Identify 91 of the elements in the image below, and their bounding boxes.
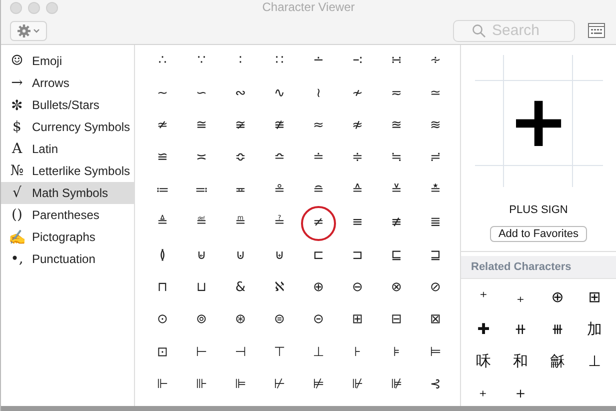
related-character[interactable]: ﹢ [476,384,491,402]
character-tile[interactable]: ⊛ [223,302,258,338]
character-tile[interactable]: ⊙ [145,302,180,338]
character-tile[interactable]: ⊠ [418,302,453,338]
related-character[interactable]: ＋ [513,384,528,402]
character-tile[interactable]: ∹ [340,45,375,79]
character-tile[interactable]: ⊨ [418,335,453,370]
character-tile[interactable]: ⊣ [223,335,258,370]
character-tile[interactable]: ≢ [379,206,414,241]
add-to-favorites-button[interactable]: Add to Favorites [490,226,587,242]
related-character[interactable]: ✚ [477,320,490,338]
character-tile[interactable]: ≟ [262,206,297,241]
character-tile[interactable]: ≜ [145,206,180,241]
character-tile[interactable]: ⊪ [184,368,219,403]
related-character[interactable]: 龢 [550,352,565,370]
character-tile[interactable]: ⊰ [418,368,453,403]
character-tile[interactable]: ⊦ [340,335,375,370]
character-tile[interactable]: ≗ [262,173,297,208]
character-tile[interactable]: ≙ [340,173,375,208]
related-character[interactable]: ⧻ [551,320,564,338]
character-tile[interactable]: ≡ [340,206,375,241]
gear-icon [16,24,40,38]
character-tile[interactable]: ⊜ [262,302,297,338]
related-character[interactable]: ⧺ [514,320,527,338]
character-tile[interactable]: ∸ [301,45,336,79]
character-tile[interactable]: ⊡ [145,335,180,370]
sidebar-item[interactable]: () Parentheses [1,204,134,226]
character-tile[interactable]: ⊭ [301,368,336,403]
sidebar-item[interactable]: ☺ Emoji [1,50,134,72]
character-tile[interactable]: ≔ [145,173,180,208]
character-tile[interactable]: ⊟ [379,302,414,338]
minimize-button[interactable] [28,2,40,14]
settings-button[interactable] [10,20,47,41]
keyboard-viewer-icon[interactable] [588,23,605,38]
character-tile[interactable]: ∺ [379,45,414,79]
character-name: PLUS SIGN [509,204,568,216]
character-tile[interactable]: ≑ [340,140,375,176]
character-glyph: + [508,81,569,161]
character-tile[interactable]: ⊚ [184,302,219,338]
sidebar-item[interactable]: → Arrows [1,72,134,94]
character-tile[interactable]: ≏ [262,140,297,176]
sidebar-item[interactable]: •, Punctuation [1,248,134,270]
character-tile[interactable]: ≎ [223,140,258,176]
character-tile[interactable]: ⊩ [145,368,180,403]
character-tile[interactable]: ⊞ [340,302,375,338]
character-tile[interactable]: ≒ [379,140,414,176]
related-character[interactable]: ₊ [516,288,524,306]
character-tile[interactable]: ≞ [223,206,258,241]
character-tile[interactable]: ⊢ [184,335,219,370]
character-tile[interactable]: ≐ [301,140,336,176]
character-tile[interactable]: ∷ [262,45,297,79]
character-tile[interactable]: ⊝ [301,302,336,338]
character-tile[interactable]: ⊤ [262,335,297,370]
sidebar-item[interactable]: № Letterlike Symbols [1,160,134,182]
character-tile[interactable]: ≣ [418,206,453,241]
section-header: Related Characters [471,261,572,274]
character-tile[interactable]: ≝ [184,206,219,241]
sidebar-item[interactable]: ✍ Pictographs [1,226,134,248]
character-tile[interactable]: ≘ [301,173,336,208]
character-tile[interactable]: ∶ [223,45,258,79]
related-character[interactable]: 咊 [476,352,491,370]
character-tile[interactable]: ∵ [184,45,219,79]
zoom-button[interactable] [46,2,58,14]
related-character[interactable]: ⊞ [588,288,601,306]
character-tile[interactable]: ⊮ [340,368,375,403]
character-tile[interactable]: ∴ [145,45,180,79]
character-tile[interactable]: ∻ [418,45,453,79]
character-tile[interactable]: ⊫ [223,368,258,403]
related-character[interactable]: ⊕ [551,288,564,306]
character-tile[interactable]: ⊯ [379,368,414,403]
character-tile[interactable]: ≕ [184,173,219,208]
character-tile[interactable]: ≚ [379,173,414,208]
character-tile[interactable]: ≛ [418,173,453,208]
related-character[interactable]: 和 [513,352,528,370]
character-tile[interactable]: ⊬ [262,368,297,403]
sidebar-item[interactable]: A Latin [1,138,134,160]
character-tile[interactable]: ≍ [184,140,219,176]
character-tile[interactable]: ≠ [301,206,336,241]
related-character[interactable]: ⁺ [480,288,488,306]
window-title: Character Viewer [262,0,355,14]
close-button[interactable] [10,2,22,14]
character-tile[interactable]: ≌ [145,140,180,176]
character-tile[interactable]: ≖ [223,173,258,208]
character-tile[interactable]: ⊧ [379,335,414,370]
sidebar-item[interactable]: ✼ Bullets/Stars [1,94,134,116]
related-character[interactable]: ⊥ [588,352,602,370]
character-tile[interactable]: ≓ [418,140,453,176]
sidebar-item[interactable]: $ Currency Symbols [1,116,134,138]
related-character[interactable]: 加 [587,320,602,338]
character-tile[interactable]: ⊥ [301,335,336,370]
sidebar-item[interactable]: √ Math Symbols [1,182,134,204]
